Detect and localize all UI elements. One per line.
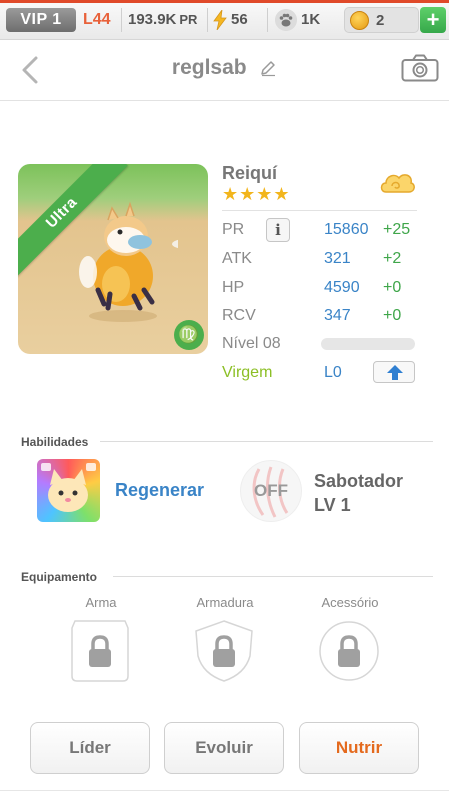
accessory-slot-label: Acessório — [321, 595, 379, 610]
weapon-slot[interactable] — [69, 618, 131, 684]
cat-face-icon — [41, 463, 96, 512]
divider — [207, 8, 208, 32]
equipment-title: Equipamento — [21, 570, 98, 584]
zodiac-sign-level: L0 — [324, 364, 342, 381]
stat-bonus-rcv: +0 — [383, 307, 402, 324]
divider — [121, 8, 122, 32]
coin-value: 2 — [376, 12, 385, 29]
energy-value: 56 — [231, 11, 248, 28]
zodiac-sign-label: Virgem — [222, 364, 273, 381]
cloud-element-icon — [380, 174, 415, 193]
stat-label-hp: HP — [222, 279, 245, 296]
info-button[interactable]: i — [266, 218, 290, 242]
abilities-title: Habilidades — [21, 435, 89, 449]
skill-saboteur-level: LV 1 — [314, 495, 351, 515]
upgrade-sign-button[interactable] — [373, 361, 415, 383]
paw-icon — [275, 9, 297, 31]
virgo-zodiac-icon: ♍ — [174, 320, 204, 350]
star-rating: ★★★★ — [222, 184, 291, 204]
pencil-icon[interactable] — [259, 59, 277, 77]
camera-icon[interactable] — [401, 54, 439, 82]
stat-value-pr: 15860 — [324, 221, 369, 238]
leader-button[interactable]: Líder — [30, 722, 150, 774]
power-value: 193.9K — [128, 11, 177, 28]
skill-regenerate-name[interactable]: Regenerar — [115, 479, 204, 501]
divider — [267, 8, 268, 32]
coin-icon — [350, 11, 369, 30]
back-chevron-icon[interactable] — [18, 55, 44, 85]
coin-counter[interactable]: 2 — [344, 7, 419, 33]
header-divider — [0, 100, 449, 101]
page-title: reglsab — [171, 56, 247, 79]
add-coins-button[interactable]: + — [420, 7, 446, 33]
arrow-up-icon — [387, 365, 403, 380]
power-unit: PR — [179, 12, 198, 27]
status-bar-accent — [0, 0, 449, 3]
regenerate-skill-icon[interactable] — [37, 459, 100, 522]
paw-value: 1K — [301, 11, 321, 28]
stat-label-rcv: RCV — [222, 307, 256, 324]
feed-button[interactable]: Nutrir — [299, 722, 419, 774]
stat-bonus-atk: +2 — [383, 250, 402, 267]
stat-bonus-hp: +0 — [383, 279, 402, 296]
skill-off-toggle[interactable]: OFF — [240, 460, 302, 522]
level-progress-bar — [321, 338, 415, 350]
stat-bonus-pr: +25 — [383, 221, 411, 238]
stats-divider — [222, 210, 417, 211]
player-level: L44 — [83, 11, 111, 28]
vip-badge[interactable]: VIP 1 — [6, 8, 76, 32]
accessory-slot[interactable] — [318, 618, 380, 684]
page-title-group: reglsab — [100, 54, 349, 82]
evolve-button[interactable]: Evoluir — [164, 722, 284, 774]
stat-value-rcv: 347 — [324, 307, 351, 324]
status-bar: VIP 1 L44 193.9K PR 56 1K 2 + — [0, 0, 449, 40]
armor-slot-label: Armadura — [196, 595, 254, 610]
pet-level-label: Nível 08 — [222, 335, 281, 352]
skill-off-label: OFF — [254, 481, 288, 500]
pet-illustration — [79, 201, 178, 322]
weapon-slot-label: Arma — [85, 595, 117, 610]
abilities-divider — [100, 441, 433, 442]
stat-value-atk: 321 — [324, 250, 351, 267]
bottom-divider — [0, 790, 449, 791]
stat-label-atk: ATK — [222, 250, 252, 267]
equipment-divider — [113, 576, 433, 577]
player-power: 193.9K PR — [128, 9, 197, 31]
skill-saboteur-name: Sabotador — [314, 471, 404, 491]
pet-name: Reiquí — [222, 163, 278, 183]
pet-portrait[interactable]: Ultra ♍ — [18, 164, 208, 354]
pet-detail-screen: VIP 1 L44 193.9K PR 56 1K 2 + reglsab Ul… — [0, 0, 449, 800]
stat-value-hp: 4590 — [324, 279, 360, 296]
lightning-icon — [213, 10, 227, 30]
stat-label-pr: PR — [222, 221, 245, 238]
armor-slot[interactable] — [193, 618, 255, 684]
